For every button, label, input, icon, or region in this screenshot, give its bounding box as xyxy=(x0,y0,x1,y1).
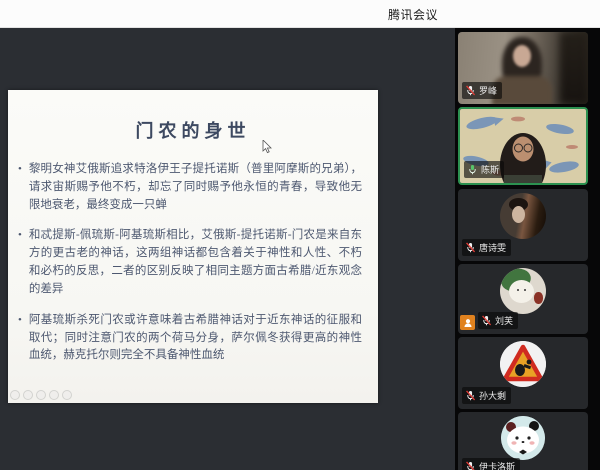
annotation-tool-icon xyxy=(36,390,46,400)
mic-muted-icon xyxy=(465,461,476,470)
participant-nametag: 伊卡洛斯 xyxy=(462,458,520,470)
annotation-tool-icon xyxy=(23,390,33,400)
participant-tile-2[interactable]: 陈斯 xyxy=(458,107,588,185)
annotation-tool-icon xyxy=(10,390,20,400)
bullet-text: 黎明女神艾俄斯追求特洛伊王子提托诺斯（普里阿摩斯的兄弟），请求宙斯赐予他不朽，却… xyxy=(29,161,362,214)
bullet-text: 和忒提斯-佩琉斯-阿基琉斯相比，艾俄斯-提托诺斯-门农是来自东方的更古老的神话，… xyxy=(29,227,362,298)
mic-muted-icon xyxy=(465,242,476,253)
mic-muted-icon xyxy=(465,390,476,401)
bullet-marker: • xyxy=(18,227,22,298)
participants-panel: 罗峰 xyxy=(455,28,600,470)
slide-bullet: • 黎明女神艾俄斯追求特洛伊王子提托诺斯（普里阿摩斯的兄弟），请求宙斯赐予他不朽… xyxy=(18,161,362,214)
participant-name: 唐诗雯 xyxy=(479,241,506,254)
participant-name: 刘芙 xyxy=(495,314,513,327)
shared-screen-area: 门农的身世 • 黎明女神艾俄斯追求特洛伊王子提托诺斯（普里阿摩斯的兄弟），请求宙… xyxy=(0,28,455,470)
participant-tile-3[interactable]: 唐诗雯 xyxy=(458,189,588,261)
avatar xyxy=(501,416,545,460)
participant-name: 罗峰 xyxy=(479,84,497,97)
tencent-meeting-window: 腾讯会议 门农的身世 • 黎明女神艾俄斯追求特洛伊王子提托诺斯（普里阿摩斯的兄弟… xyxy=(0,0,600,470)
mouse-cursor-icon xyxy=(262,140,273,154)
participant-nametag: 唐诗雯 xyxy=(462,239,511,256)
avatar xyxy=(500,268,546,314)
participant-name: 孙大剩 xyxy=(479,389,506,402)
app-title[interactable]: 腾讯会议 xyxy=(388,6,438,23)
participant-tile-6[interactable]: 伊卡洛斯 xyxy=(458,412,588,470)
participant-nametag: 陈斯 xyxy=(464,161,504,178)
participant-tile-4[interactable]: 刘芙 xyxy=(458,264,588,334)
presentation-slide: 门农的身世 • 黎明女神艾俄斯追求特洛伊王子提托诺斯（普里阿摩斯的兄弟），请求宙… xyxy=(8,90,378,403)
slide-bullet: • 和忒提斯-佩琉斯-阿基琉斯相比，艾俄斯-提托诺斯-门农是来自东方的更古老的神… xyxy=(18,227,362,298)
avatar xyxy=(500,341,546,387)
participant-nametag: 罗峰 xyxy=(462,82,502,99)
mic-muted-icon xyxy=(465,85,476,96)
slide-title: 门农的身世 xyxy=(8,117,378,143)
participant-tile-1[interactable]: 罗峰 xyxy=(458,32,588,104)
participant-nametag: 刘芙 xyxy=(478,312,518,329)
avatar xyxy=(500,193,546,239)
participant-name: 伊卡洛斯 xyxy=(479,460,515,470)
slide-bullet: • 阿基琉斯杀死门农或许意味着古希腊神话对于近东神话的征服和取代；同时注意门农的… xyxy=(18,312,362,365)
participant-tile-5[interactable]: 孙大剩 xyxy=(458,337,588,409)
mic-on-icon xyxy=(467,164,478,175)
participant-nametag: 孙大剩 xyxy=(462,387,511,404)
bullet-marker: • xyxy=(18,312,22,365)
slideshow-annotation-toolbar xyxy=(10,390,72,400)
mic-muted-icon xyxy=(481,315,492,326)
bullet-text: 阿基琉斯杀死门农或许意味着古希腊神话对于近东神话的征服和取代；同时注意门农的两个… xyxy=(29,312,362,365)
slide-bullet-list: • 黎明女神艾俄斯追求特洛伊王子提托诺斯（普里阿摩斯的兄弟），请求宙斯赐予他不朽… xyxy=(8,143,378,365)
annotation-tool-icon xyxy=(49,390,59,400)
bullet-marker: • xyxy=(18,161,22,214)
annotation-tool-icon xyxy=(62,390,72,400)
member-badge-icon xyxy=(460,315,475,330)
participant-name: 陈斯 xyxy=(481,163,499,176)
menu-bar: 腾讯会议 xyxy=(0,0,600,28)
